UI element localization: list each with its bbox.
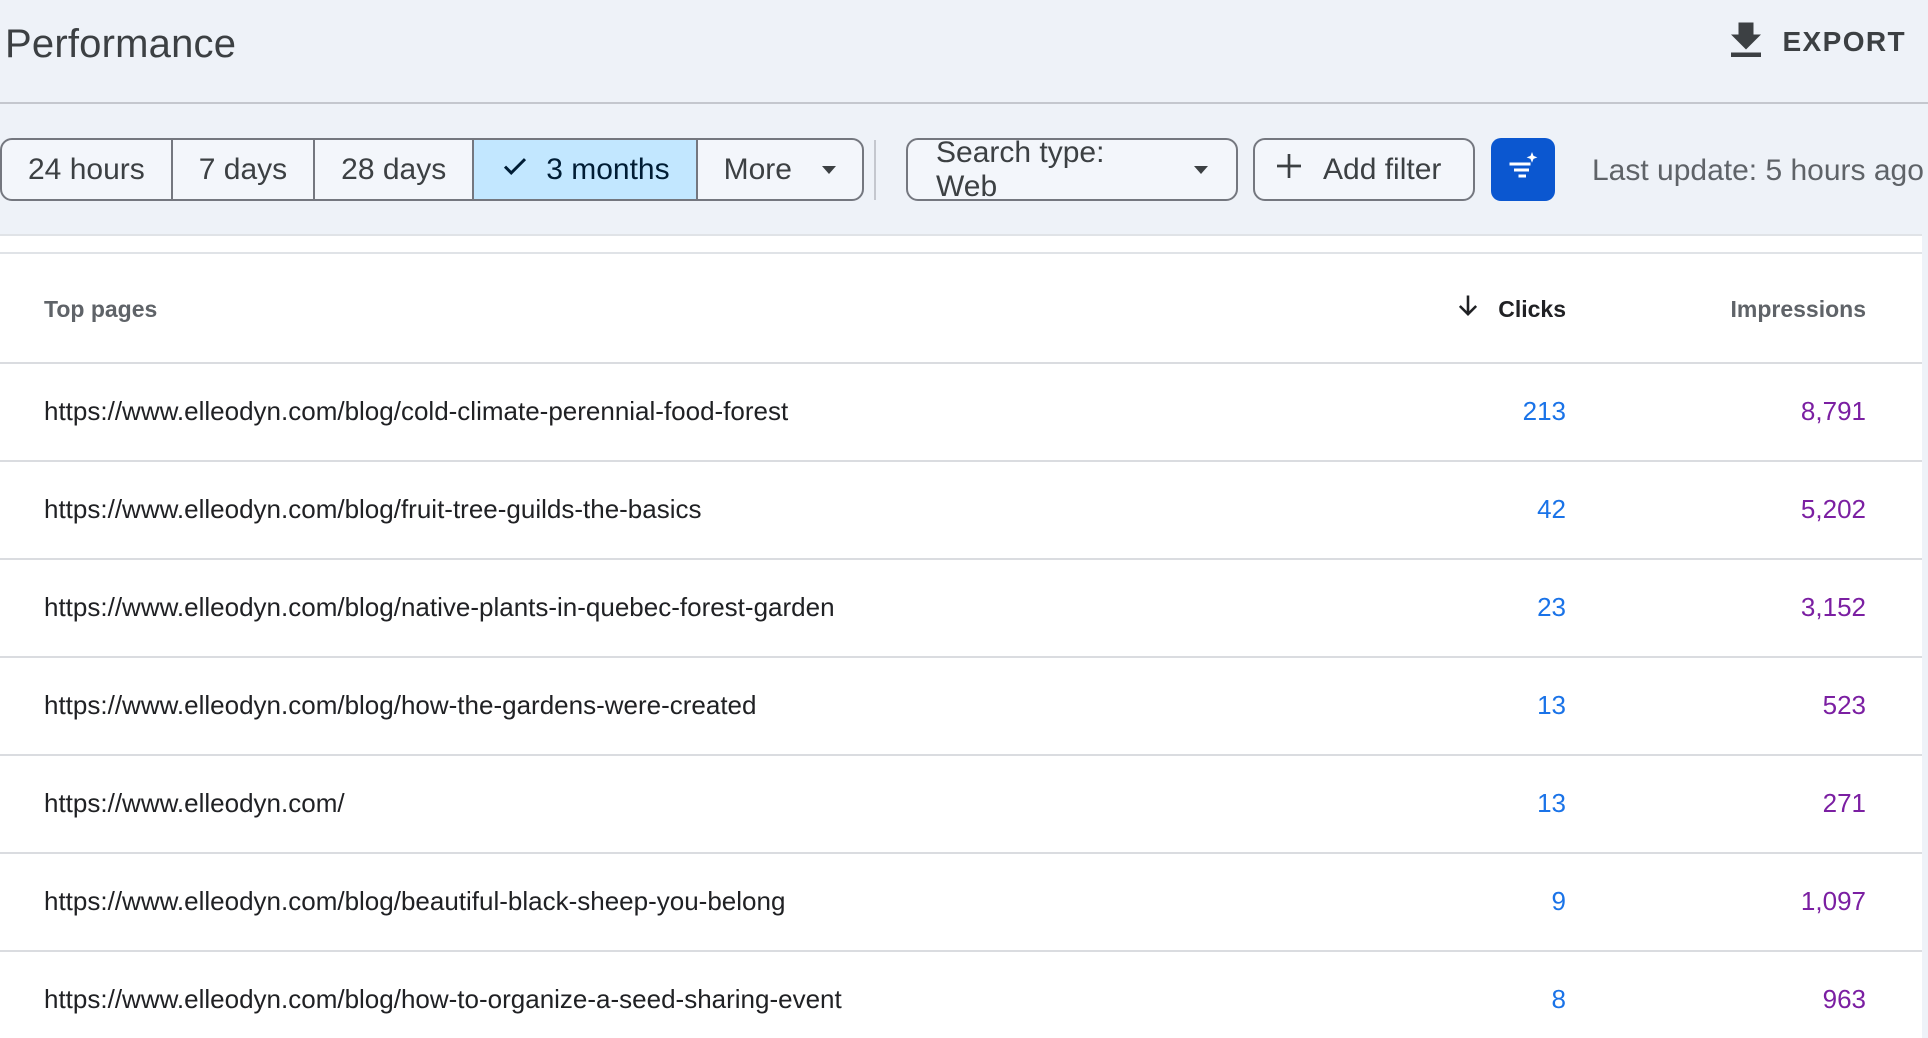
export-label: EXPORT [1782, 26, 1906, 57]
page-url: https://www.elleodyn.com/ [44, 788, 345, 818]
range-3-months[interactable]: 3 months [474, 140, 698, 199]
range-28-days[interactable]: 28 days [315, 140, 475, 199]
range-label: 28 days [341, 152, 447, 186]
table-row[interactable]: https://www.elleodyn.com/blog/cold-clima… [0, 364, 1922, 462]
sort-arrow-down-icon [1454, 292, 1482, 326]
filter-toolbar: 24 hours 7 days 28 days 3 months More Se… [0, 106, 1928, 234]
page-url: https://www.elleodyn.com/blog/how-the-ga… [44, 690, 757, 720]
page-header: Performance EXPORT [0, 0, 1928, 104]
column-header-clicks[interactable]: Clicks [1454, 292, 1566, 326]
column-header-impressions[interactable]: Impressions [1731, 296, 1867, 323]
impressions-value: 963 [1822, 984, 1866, 1014]
checkmark-icon [500, 151, 530, 189]
range-more-dropdown[interactable]: More [698, 140, 862, 199]
date-range-selector: 24 hours 7 days 28 days 3 months More [0, 138, 864, 201]
search-type-dropdown[interactable]: Search type: Web [906, 135, 1238, 203]
clicks-value: 213 [1522, 396, 1566, 426]
page-url: https://www.elleodyn.com/blog/cold-clima… [44, 396, 789, 426]
table-row[interactable]: https://www.elleodyn.com/blog/how-to-org… [0, 952, 1922, 1038]
export-button[interactable]: EXPORT [1728, 18, 1906, 66]
impressions-value: 1,097 [1800, 886, 1866, 916]
add-filter-button[interactable]: Add filter [1253, 138, 1475, 201]
table-row[interactable]: https://www.elleodyn.com/blog/native-pla… [0, 560, 1922, 658]
table-row[interactable]: https://www.elleodyn.com/blog/fruit-tree… [0, 462, 1922, 560]
clicks-value: 9 [1551, 886, 1566, 916]
page-url: https://www.elleodyn.com/blog/fruit-tree… [44, 494, 702, 524]
sparkle-filter-icon [1505, 149, 1541, 190]
range-label: 24 hours [28, 152, 145, 186]
range-label: 7 days [198, 152, 288, 186]
table-header: Top pages Clicks Impressions [0, 252, 1922, 364]
range-24-hours[interactable]: 24 hours [2, 140, 173, 199]
ai-filter-button[interactable] [1491, 138, 1555, 201]
table-row[interactable]: https://www.elleodyn.com/ 13 271 [0, 756, 1922, 854]
scroll-gutter [1922, 234, 1928, 1038]
caret-down-icon [821, 165, 836, 174]
add-filter-label: Add filter [1323, 152, 1442, 186]
page-url: https://www.elleodyn.com/blog/how-to-org… [44, 984, 842, 1014]
page-title: Performance [5, 22, 237, 66]
table-body: https://www.elleodyn.com/blog/cold-clima… [0, 364, 1922, 1038]
clicks-header-label: Clicks [1498, 295, 1566, 322]
plus-icon [1273, 150, 1305, 190]
clicks-value: 13 [1537, 788, 1566, 818]
range-label: More [723, 152, 792, 186]
impressions-value: 3,152 [1800, 592, 1866, 622]
page-url: https://www.elleodyn.com/blog/native-pla… [44, 592, 835, 622]
impressions-value: 5,202 [1800, 494, 1866, 524]
table-row[interactable]: https://www.elleodyn.com/blog/beautiful-… [0, 854, 1922, 952]
top-pages-table: Top pages Clicks Impressions https://www… [0, 234, 1922, 1038]
impressions-value: 523 [1822, 690, 1866, 720]
performance-page: Performance EXPORT 24 hours 7 days 28 da… [0, 0, 1928, 1038]
caret-down-icon [1194, 165, 1208, 174]
toolbar-divider [874, 140, 876, 200]
last-update-text: Last update: 5 hours ago [1592, 154, 1924, 187]
impressions-value: 271 [1822, 788, 1866, 818]
column-header-top-pages[interactable]: Top pages [44, 296, 157, 323]
page-url: https://www.elleodyn.com/blog/beautiful-… [44, 886, 786, 916]
clicks-value: 13 [1537, 690, 1566, 720]
impressions-value: 8,791 [1800, 396, 1866, 426]
range-label: 3 months [546, 152, 670, 186]
clicks-value: 23 [1537, 592, 1566, 622]
table-row[interactable]: https://www.elleodyn.com/blog/how-the-ga… [0, 658, 1922, 756]
range-7-days[interactable]: 7 days [173, 140, 316, 199]
clicks-value: 8 [1551, 984, 1566, 1014]
clicks-value: 42 [1537, 494, 1566, 524]
search-type-label: Search type: Web [936, 135, 1105, 203]
download-icon [1728, 19, 1764, 66]
